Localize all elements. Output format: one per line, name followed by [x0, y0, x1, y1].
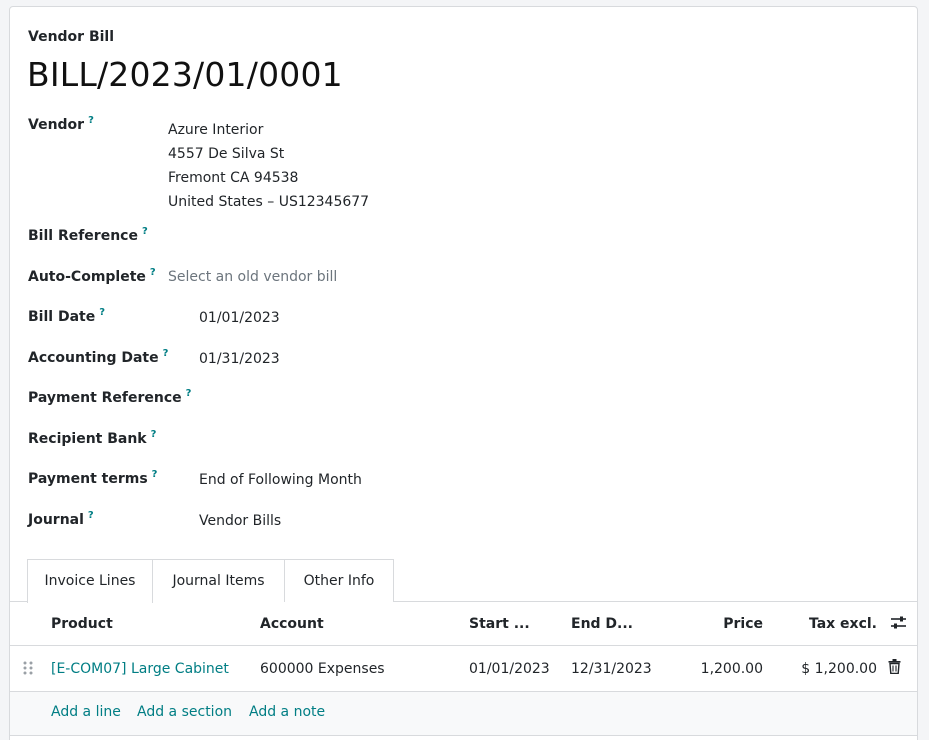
- bill-date-label-text: Bill Date: [28, 309, 96, 325]
- journal-label-text: Journal: [28, 512, 84, 528]
- bill-reference-label-text: Bill Reference: [28, 228, 138, 244]
- auto-complete-label-text: Auto-Complete: [28, 269, 146, 285]
- tab-journal-items[interactable]: Journal Items: [152, 559, 285, 602]
- form-sheet: Vendor Bill BILL/2023/01/0001 Vendor? Az…: [9, 6, 918, 740]
- bill-reference-help-icon[interactable]: ?: [142, 226, 148, 237]
- payment-reference-input[interactable]: [199, 390, 499, 410]
- vendor-country: United States – US12345677: [168, 194, 370, 210]
- row-end-date[interactable]: 12/31/2023: [571, 661, 652, 677]
- add-note-link[interactable]: Add a note: [249, 704, 325, 720]
- row-account[interactable]: 600000 Expenses: [260, 661, 385, 677]
- recipient-bank-input[interactable]: [199, 431, 499, 451]
- payment-terms-help-icon[interactable]: ?: [152, 469, 158, 480]
- optional-columns-icon[interactable]: [890, 615, 907, 635]
- column-tax-excl[interactable]: Tax excl.: [780, 616, 877, 632]
- payment-reference-help-icon[interactable]: ?: [186, 388, 192, 399]
- bill-date-help-icon[interactable]: ?: [99, 307, 105, 318]
- column-price[interactable]: Price: [670, 616, 763, 632]
- tab-other-info[interactable]: Other Info: [284, 559, 394, 602]
- row-product[interactable]: [E-COM07] Large Cabinet: [51, 661, 229, 677]
- tab-invoice-lines[interactable]: Invoice Lines: [27, 559, 153, 603]
- payment-terms-input[interactable]: End of Following Month: [199, 472, 362, 488]
- row-tax-excl: $ 1,200.00: [801, 661, 877, 677]
- accounting-date-label-text: Accounting Date: [28, 350, 159, 366]
- bill-reference-label: Bill Reference?: [28, 226, 148, 244]
- auto-complete-help-icon[interactable]: ?: [150, 267, 156, 278]
- notebook-tabs: Invoice Lines Journal Items Other Info: [10, 559, 917, 603]
- row-start-date[interactable]: 01/01/2023: [469, 661, 550, 677]
- bill-reference-input[interactable]: [168, 228, 468, 248]
- vendor-field[interactable]: Azure Interior 4557 De Silva St Fremont …: [168, 118, 369, 214]
- column-start-date[interactable]: Start ...: [469, 616, 530, 632]
- accounting-date-help-icon[interactable]: ?: [163, 348, 169, 359]
- recipient-bank-label: Recipient Bank?: [28, 429, 157, 447]
- column-end-date[interactable]: End D...: [571, 616, 633, 632]
- payment-terms-label-text: Payment terms: [28, 471, 148, 487]
- column-account[interactable]: Account: [260, 616, 324, 632]
- bill-date-input[interactable]: 01/01/2023: [199, 310, 280, 326]
- add-row-bar: Add a line Add a section Add a note: [10, 692, 917, 736]
- vendor-help-icon[interactable]: ?: [88, 115, 94, 126]
- vendor-name[interactable]: Azure Interior: [168, 118, 369, 142]
- table-header: Product Account Start ... End D... Price…: [10, 602, 917, 646]
- document-type-label: Vendor Bill: [28, 29, 115, 45]
- add-section-link[interactable]: Add a section: [137, 704, 232, 720]
- table-row[interactable]: [E-COM07] Large Cabinet 600000 Expenses …: [10, 646, 917, 692]
- auto-complete-label: Auto-Complete?: [28, 267, 156, 285]
- delete-row-trash-icon[interactable]: [888, 659, 901, 678]
- accounting-date-input[interactable]: 01/31/2023: [199, 351, 280, 367]
- auto-complete-input[interactable]: Select an old vendor bill: [168, 269, 337, 285]
- column-product[interactable]: Product: [51, 616, 113, 632]
- payment-terms-label: Payment terms?: [28, 469, 158, 487]
- bill-date-label: Bill Date?: [28, 307, 105, 325]
- payment-reference-label: Payment Reference?: [28, 388, 192, 406]
- journal-help-icon[interactable]: ?: [88, 510, 94, 521]
- recipient-bank-label-text: Recipient Bank: [28, 431, 147, 447]
- row-price[interactable]: 1,200.00: [670, 661, 763, 677]
- vendor-street: 4557 De Silva St: [168, 146, 285, 162]
- recipient-bank-help-icon[interactable]: ?: [151, 429, 157, 440]
- page-title: BILL/2023/01/0001: [27, 55, 343, 94]
- vendor-label-text: Vendor: [28, 117, 85, 133]
- drag-handle-icon[interactable]: [23, 660, 33, 680]
- vendor-city: Fremont CA 94538: [168, 170, 299, 186]
- journal-input[interactable]: Vendor Bills: [199, 513, 281, 529]
- journal-label: Journal?: [28, 510, 94, 528]
- payment-reference-label-text: Payment Reference: [28, 390, 182, 406]
- add-line-link[interactable]: Add a line: [51, 704, 121, 720]
- vendor-label: Vendor?: [28, 115, 94, 133]
- accounting-date-label: Accounting Date?: [28, 348, 169, 366]
